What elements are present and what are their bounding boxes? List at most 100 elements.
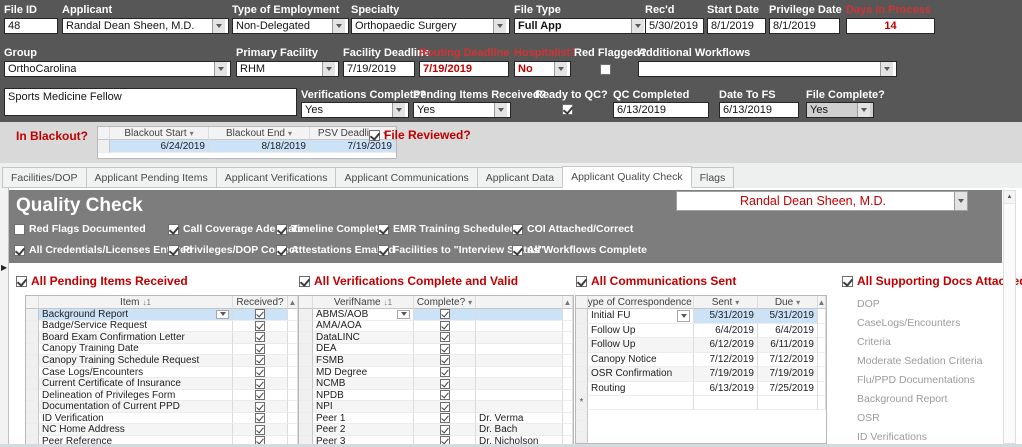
communications-section-checkbox[interactable]: [576, 276, 587, 287]
qc-checkbox[interactable]: [14, 224, 25, 235]
type-of-employment-input[interactable]: Non-Delegated: [232, 18, 349, 34]
sort-icon[interactable]: ↓1: [384, 298, 392, 307]
table-row[interactable]: NPI: [299, 401, 573, 413]
dropdown-arrow-icon[interactable]: [954, 192, 967, 210]
table-row[interactable]: DEA: [299, 344, 573, 356]
qc-checkbox[interactable]: [378, 245, 389, 256]
applicant-selector[interactable]: Randal Dean Sheen, M.D.: [676, 191, 968, 211]
table-row[interactable]: Canopy Notice7/12/20197/12/2019: [576, 353, 826, 368]
start-date-input[interactable]: 8/1/2019: [707, 18, 766, 34]
primary-facility-input[interactable]: RHM: [236, 61, 339, 77]
table-row[interactable]: OSR Confirmation7/19/20197/19/2019: [576, 367, 826, 382]
received-checkbox[interactable]: [255, 379, 265, 389]
dropdown-arrow-icon[interactable]: [857, 103, 870, 117]
verifications-section-checkbox[interactable]: [299, 276, 310, 287]
complete-checkbox[interactable]: [440, 379, 450, 389]
received-checkbox[interactable]: [255, 309, 265, 319]
row-selector[interactable]: [576, 338, 588, 353]
received-checkbox[interactable]: [255, 332, 265, 342]
row-selector[interactable]: [299, 355, 313, 367]
new-record-icon[interactable]: *: [576, 396, 588, 410]
docs-section-checkbox[interactable]: [842, 276, 853, 287]
row-selector[interactable]: [26, 332, 39, 344]
table-row[interactable]: Routing6/13/20197/25/2019: [576, 382, 826, 397]
qc-checkbox[interactable]: [14, 245, 25, 256]
row-selector[interactable]: [26, 309, 39, 321]
dropdown-arrow-icon[interactable]: [214, 62, 227, 76]
column-header[interactable]: ▲: [818, 296, 826, 309]
days-in-process-input[interactable]: 14: [846, 18, 935, 34]
row-selector[interactable]: [299, 367, 313, 379]
scroll-up-icon[interactable]: ▲: [818, 298, 825, 307]
row-selector[interactable]: [299, 309, 313, 321]
column-header[interactable]: Type of Correspondence▾: [588, 296, 694, 309]
sort-icon[interactable]: ↓1: [143, 298, 151, 307]
privilege-date-input[interactable]: 8/1/2019: [769, 18, 840, 34]
row-selector[interactable]: [26, 367, 39, 379]
qc-checkbox[interactable]: [512, 224, 523, 235]
column-header[interactable]: Item↓1: [39, 296, 233, 309]
row-selector[interactable]: [26, 321, 39, 333]
complete-checkbox[interactable]: [440, 390, 450, 400]
row-selector[interactable]: [26, 344, 39, 356]
facility-deadline-input[interactable]: 7/19/2019: [343, 61, 415, 77]
table-row[interactable]: Follow Up6/4/20196/4/2019: [576, 324, 826, 339]
table-row[interactable]: Badge/Service Request: [26, 321, 298, 333]
received-checkbox[interactable]: [255, 413, 265, 423]
row-selector[interactable]: [299, 332, 313, 344]
ready-to-qc-checkbox[interactable]: [562, 104, 573, 115]
table-row[interactable]: NC Home Address: [26, 424, 298, 436]
row-selector[interactable]: [576, 382, 588, 397]
column-header[interactable]: [98, 127, 110, 140]
complete-checkbox[interactable]: [440, 321, 450, 331]
row-selector[interactable]: [26, 355, 39, 367]
dropdown-arrow-icon[interactable]: [397, 310, 410, 319]
qc-checkbox[interactable]: [512, 245, 523, 256]
table-row[interactable]: Canopy Training Schedule Request: [26, 355, 298, 367]
table-row[interactable]: NCMB: [299, 378, 573, 390]
filter-icon[interactable]: ▾: [796, 298, 800, 307]
dropdown-arrow-icon[interactable]: [677, 310, 690, 322]
file-id-input[interactable]: 48: [4, 18, 58, 34]
tab-applicant-pending-items[interactable]: Applicant Pending Items: [86, 167, 217, 188]
column-header[interactable]: Due▾: [758, 296, 818, 309]
scroll-up-icon[interactable]: ▲: [1004, 191, 1015, 204]
dropdown-arrow-icon[interactable]: [631, 19, 644, 33]
row-selector[interactable]: [576, 353, 588, 368]
qc-checkbox[interactable]: [378, 224, 389, 235]
row-selector[interactable]: [576, 367, 588, 382]
qc-checkbox[interactable]: [276, 245, 287, 256]
qc-checkbox[interactable]: [168, 245, 179, 256]
dropdown-arrow-icon[interactable]: [322, 62, 335, 76]
column-header[interactable]: ▲: [563, 296, 573, 309]
column-header[interactable]: [476, 296, 563, 309]
received-checkbox[interactable]: [255, 321, 265, 331]
table-row[interactable]: FSMB: [299, 355, 573, 367]
row-selector[interactable]: [98, 140, 110, 153]
table-row[interactable]: 6/24/20198/18/20197/19/2019: [98, 140, 396, 153]
group-input[interactable]: OrthoCarolina: [4, 61, 231, 77]
table-row[interactable]: Peer 1Dr. Verma: [299, 413, 573, 425]
table-row[interactable]: Case Logs/Encounters: [26, 367, 298, 379]
received-checkbox[interactable]: [255, 425, 265, 435]
column-header[interactable]: [299, 296, 313, 309]
row-selector[interactable]: [26, 378, 39, 390]
table-row[interactable]: AMA/AOA: [299, 321, 573, 333]
row-selector[interactable]: [299, 321, 313, 333]
dropdown-arrow-icon[interactable]: [212, 19, 225, 33]
notes-input[interactable]: Sports Medicine Fellow: [4, 88, 297, 116]
table-row[interactable]: Background Report: [26, 309, 298, 321]
received-checkbox[interactable]: [255, 344, 265, 354]
table-row[interactable]: Peer 2Dr. Bach: [299, 424, 573, 436]
tab-flags[interactable]: Flags: [691, 167, 735, 188]
date-to-fs-input[interactable]: 6/13/2019: [719, 102, 799, 118]
qc-completed-input[interactable]: 6/13/2019: [613, 102, 709, 118]
tab-applicant-communications[interactable]: Applicant Communications: [335, 167, 477, 188]
file-reviewed-checkbox[interactable]: [369, 130, 380, 141]
applicant-input[interactable]: Randal Dean Sheen, M.D.: [62, 18, 229, 34]
row-selector[interactable]: [26, 390, 39, 402]
complete-checkbox[interactable]: [440, 355, 450, 365]
row-selector[interactable]: [576, 324, 588, 339]
row-selector[interactable]: [299, 390, 313, 402]
filter-icon[interactable]: ▾: [735, 298, 739, 307]
